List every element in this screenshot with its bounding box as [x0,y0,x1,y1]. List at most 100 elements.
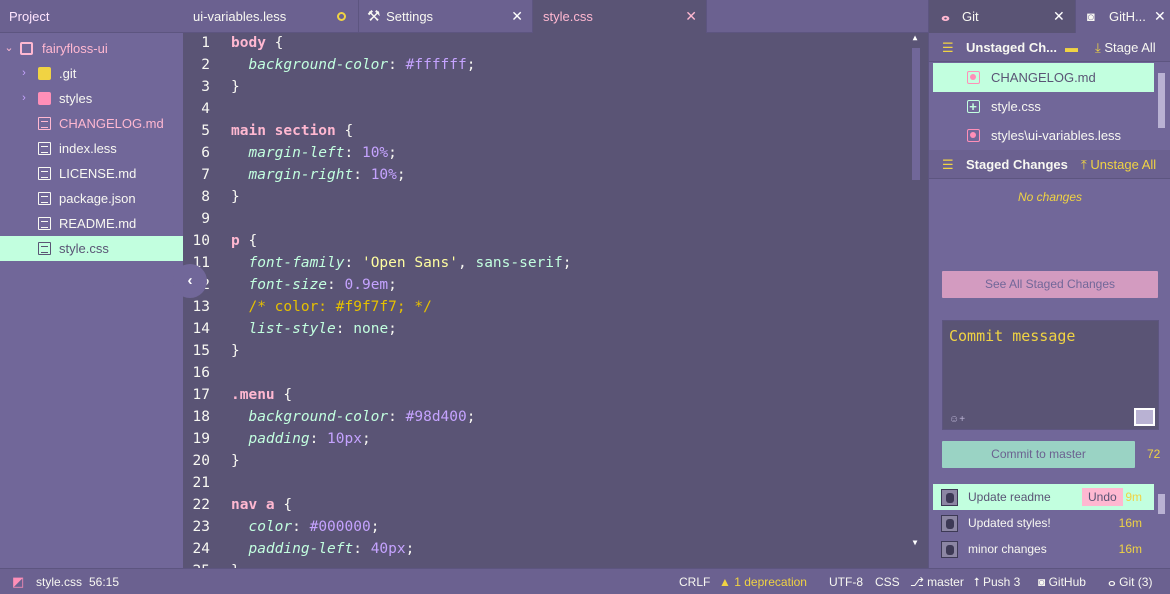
commit-message-placeholder: Commit message [949,327,1076,345]
tree-item-git-folder[interactable]: › .git [0,61,183,86]
code-token: 40px [370,541,406,557]
recent-commits-scrollbar[interactable] [1155,480,1167,566]
deprecation-status[interactable]: ▲ 1 deprecation [719,569,807,594]
discard-all-icon[interactable]: ▬ [1065,33,1078,62]
deprecation-label: 1 deprecation [734,575,807,589]
tab-label: GitH... [1109,9,1146,24]
code-line: 12 font-size: 0.9em; [183,274,913,296]
code-line: 1 body { [183,33,913,54]
line-number: 18 [192,409,210,425]
line-number: 20 [192,453,210,469]
unstaged-file-row[interactable]: CHANGELOG.md [933,63,1154,92]
line-ending[interactable]: CRLF [679,569,710,594]
expand-editor-icon[interactable] [1134,408,1155,426]
code-token: color [248,519,293,535]
tree-item-index-less[interactable]: index.less [0,136,183,161]
line-number: 6 [201,145,210,161]
collapse-panel-button[interactable]: ‹ [173,264,207,298]
code-token: ; [466,409,476,425]
line-number: 8 [201,189,210,205]
tree-item-label: LICENSE.md [59,166,137,181]
line-number: 14 [192,321,210,337]
github-label: GitHub [1048,575,1086,589]
unstage-all-button[interactable]: ⤒ Unstage All [1081,150,1156,179]
tree-item-style-css[interactable]: style.css [0,236,183,261]
unstaged-title: Unstaged Ch... [966,40,1058,55]
recent-commit-row[interactable]: Updated styles! 16m [933,510,1154,536]
tab-settings[interactable]: ⚒ Settings ✕ [359,0,533,33]
tree-item-label: style.css [59,241,109,256]
close-icon[interactable]: ✕ [1154,0,1166,33]
branch-selector[interactable]: ⎇ master [910,569,964,594]
chevron-right-icon: › [22,92,26,104]
code-text: } [231,560,240,568]
tab-label: ui-variables.less [193,9,287,24]
scroll-down-icon[interactable]: ▼ [910,538,920,548]
github-status[interactable]: ◙ GitHub [1038,569,1086,594]
project-tree-panel: Project ⌄ fairyfloss-ui › .git › styles … [0,0,183,568]
status-file-name[interactable]: style.css [36,569,82,594]
file-added-icon: + [967,99,980,114]
code-line: 8} [183,186,913,208]
tree-item-changelog[interactable]: CHANGELOG.md [0,111,183,136]
stage-all-button[interactable]: ⤓ Stage All [1095,33,1156,62]
code-token: : [309,431,328,447]
code-text: color: #000000; [231,516,379,538]
status-bar: ◩ style.css 56:15 CRLF ▲ 1 deprecation U… [0,568,1170,594]
code-token: { [239,233,258,249]
tree-item-license[interactable]: LICENSE.md [0,161,183,186]
code-token: : [292,519,310,535]
code-line: 18 background-color: #98d400; [183,406,913,428]
tab-ui-variables[interactable]: ui-variables.less [183,0,359,33]
code-token: : [344,145,362,161]
see-all-staged-button[interactable]: See All Staged Changes [942,271,1158,298]
tree-item-root[interactable]: ⌄ fairyfloss-ui [0,36,183,61]
recent-commit-row[interactable]: Update readme Undo 9m [933,484,1154,510]
commit-message-editor[interactable]: Commit message ☺+ [942,320,1159,430]
close-icon[interactable]: ✕ [1053,0,1065,33]
project-panel-title[interactable]: Project [0,0,183,33]
unstaged-file-row[interactable]: + style.css [933,92,1154,121]
tree-item-package-json[interactable]: package.json [0,186,183,211]
cursor-position[interactable]: 56:15 [89,569,119,594]
code-token: ; [388,321,397,337]
tree-item-readme[interactable]: README.md [0,211,183,236]
undo-button[interactable]: Undo [1082,488,1123,506]
scrollbar-thumb[interactable] [912,48,920,180]
add-coauthor-icon[interactable]: ☺+ [949,414,965,425]
code-editor[interactable]: 1 body {2 background-color: #ffffff; 3} 4 5 m… [183,33,928,568]
tab-label: Git [962,9,979,24]
code-token: 10% [370,167,397,183]
unstaged-file-row[interactable]: styles\ui-variables.less [933,121,1154,150]
encoding[interactable]: UTF-8 [829,569,863,594]
scroll-up-icon[interactable]: ▲ [910,33,920,43]
commit-button[interactable]: Commit to master [942,441,1135,468]
close-icon[interactable]: ✕ [511,0,523,33]
push-label: Push 3 [982,575,1021,589]
line-number: 5 [201,123,210,139]
editor-tab-bar: ui-variables.less ⚒ Settings ✕ style.css… [183,0,928,33]
close-icon[interactable]: ✕ [685,0,697,33]
code-token: ; [388,277,397,293]
recent-commit-row[interactable]: minor changes 16m [933,536,1154,562]
grammar[interactable]: CSS [875,569,900,594]
push-button[interactable]: ⭡ Push 3 [974,569,1020,594]
tab-github[interactable]: ◙ GitH... ✕ [1075,0,1170,33]
no-changes-text: No changes [1017,190,1083,204]
tree-item-styles-folder[interactable]: › styles [0,86,183,111]
commit-message: minor changes [968,542,1047,556]
staged-changes-header: ☰ Staged Changes ⤒ Unstage All [929,150,1170,179]
file-status-icon[interactable]: ◩ [12,569,24,594]
tab-git[interactable]: ⴰ Git ✕ [929,0,1075,33]
editor-scrollbar[interactable]: ▲ ▼ [910,33,920,548]
code-line: 17 .menu { [183,384,913,406]
unstaged-scrollbar[interactable] [1155,63,1167,146]
wrench-icon: ⚒ [367,8,381,25]
code-token: list-style [248,321,336,337]
line-number: 13 [192,299,210,315]
code-line: 21 [183,472,913,494]
tab-style-css[interactable]: style.css ✕ [533,0,707,33]
git-status[interactable]: ⴰ Git (3) [1108,569,1152,594]
code-token: } [231,79,240,95]
